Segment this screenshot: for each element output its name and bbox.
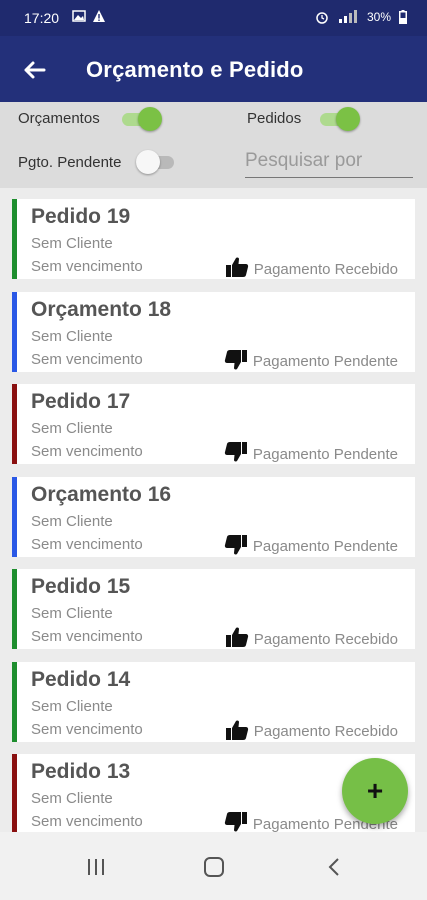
page-title: Orçamento e Pedido (86, 57, 304, 82)
system-icons: 30% (315, 9, 407, 25)
card-title: Pedido 17 (31, 390, 131, 413)
pgto-pendente-toggle[interactable] (136, 150, 176, 174)
card-client: Sem Cliente (31, 420, 113, 437)
add-button[interactable]: + (342, 758, 408, 824)
recent-apps-icon[interactable] (76, 856, 116, 878)
card-due-date: Sem vencimento (31, 628, 143, 645)
order-card[interactable]: Orçamento 18 Sem Cliente Sem vencimento Pag… (12, 291, 415, 375)
system-nav-bar (0, 832, 427, 900)
card-due-date: Sem vencimento (31, 535, 143, 553)
card-title: Orçamento 18 (31, 297, 172, 321)
card-client: Sem Cliente (31, 605, 113, 622)
payment-status-label: Pagamento Pendente (252, 445, 398, 463)
orcamentos-label: Orçamentos (18, 110, 100, 127)
thumbs-down-icon (224, 349, 248, 375)
thumbs-down-icon (224, 441, 248, 467)
filter-panel: Orçamentos Pedidos Pgto. Pendente Pesqui… (0, 102, 427, 188)
thumbs-down-icon (224, 811, 248, 832)
payment-status: Pagamento Recebido (225, 256, 398, 282)
image-icon (72, 10, 86, 22)
pedidos-label: Pedidos (247, 110, 302, 127)
card-client: Sem Cliente (31, 327, 113, 345)
order-card[interactable]: Pedido 19 Sem Cliente Sem vencimento Pagame… (12, 199, 415, 279)
payment-status: Pagamento Recebido (225, 626, 398, 652)
thumbs-up-icon (225, 256, 249, 282)
order-list: Pedido 19 Sem Cliente Sem vencimento Pagame… (0, 188, 427, 832)
card-client: Sem Cliente (31, 235, 113, 252)
home-icon[interactable] (194, 856, 234, 878)
card-due-date: Sem vencimento (31, 258, 143, 275)
card-client: Sem Cliente (31, 790, 113, 807)
card-client: Sem Cliente (31, 697, 113, 715)
payment-status: Pagamento Pendente (224, 534, 398, 560)
card-due-date: Sem vencimento (31, 813, 143, 830)
pgto-pendente-label: Pgto. Pendente (18, 154, 122, 171)
order-card[interactable]: Orçamento 16 Sem Cliente Sem vencimento Pag… (12, 476, 415, 560)
search-placeholder: Pesquisar por (245, 150, 363, 171)
payment-status-label: Pagamento Recebido (253, 723, 398, 740)
alarm-icon (316, 12, 328, 24)
payment-status-label: Pagamento Pendente (252, 353, 398, 370)
battery-percent: 30% (366, 10, 391, 24)
back-arrow-icon[interactable] (18, 54, 50, 86)
card-client: Sem Cliente (31, 512, 113, 530)
app-bar: Orçamento e Pedido (0, 36, 427, 102)
thumbs-up-icon (225, 719, 249, 745)
card-title: Pedido 19 (31, 205, 131, 228)
payment-status-label: Pagamento Pendente (252, 538, 398, 555)
order-card[interactable]: Pedido 14 Sem Cliente Sem vencimento Pagame… (12, 661, 415, 745)
payment-status-label: Pagamento Recebido (253, 630, 398, 648)
payment-status-label: Pagamento Recebido (253, 260, 398, 278)
card-due-date: Sem vencimento (31, 350, 143, 368)
orcamentos-toggle[interactable] (122, 107, 162, 131)
card-due-date: Sem vencimento (31, 443, 143, 460)
order-card[interactable]: Pedido 15 Sem Cliente Sem vencimento Pagame… (12, 569, 415, 649)
payment-status: Pagamento Pendente (224, 349, 398, 375)
status-time: 17:20 (24, 10, 60, 26)
card-title: Pedido 14 (31, 667, 131, 691)
battery-icon (399, 10, 407, 24)
signal-icon (338, 10, 357, 23)
status-bar: 17:20 30% (0, 0, 427, 36)
order-card[interactable]: Pedido 17 Sem Cliente Sem vencimento Pagame… (12, 384, 415, 464)
search-input[interactable]: Pesquisar por (245, 146, 413, 178)
plus-icon: + (366, 775, 384, 806)
thumbs-down-icon (224, 534, 248, 560)
pedidos-toggle[interactable] (320, 107, 360, 131)
card-due-date: Sem vencimento (31, 720, 143, 738)
notification-icons (72, 9, 106, 23)
payment-status: Pagamento Recebido (225, 719, 398, 745)
card-title: Pedido 15 (31, 575, 131, 598)
payment-status: Pagamento Pendente (224, 441, 398, 467)
thumbs-up-icon (225, 626, 249, 652)
card-title: Orçamento 16 (31, 482, 172, 506)
warning-icon (93, 10, 105, 22)
back-icon[interactable] (314, 856, 354, 878)
card-title: Pedido 13 (31, 760, 131, 783)
